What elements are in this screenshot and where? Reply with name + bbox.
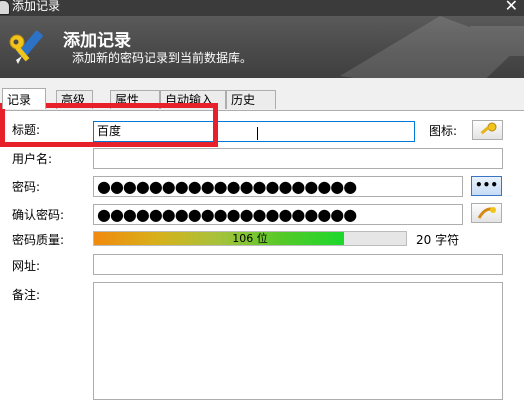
show-password-button[interactable]: •••: [471, 176, 502, 196]
icon-label: 图标:: [429, 124, 458, 138]
repeat-password-input[interactable]: ●●●●●●●●●●●●●●●●●●●●: [93, 204, 463, 225]
password-input[interactable]: ●●●●●●●●●●●●●●●●●●●●: [93, 176, 463, 197]
username-label: 用户名:: [12, 152, 53, 166]
quality-label: 密码质量:: [12, 233, 65, 247]
banner-watermark-icon: [340, 16, 524, 78]
key-pen-icon: [9, 30, 43, 64]
password-generator-icon: [477, 207, 496, 219]
banner-subtitle: 添加新的密码记录到当前数据库。: [72, 51, 253, 65]
close-button[interactable]: ✕: [505, 0, 518, 15]
icon-picker-button[interactable]: [472, 120, 503, 140]
username-input[interactable]: [93, 148, 503, 169]
notes-textarea[interactable]: [93, 282, 503, 400]
title-label: 标题:: [12, 123, 41, 137]
password-label: 密码:: [12, 180, 41, 194]
tab-properties[interactable]: 属性: [110, 90, 160, 109]
password-generator-button[interactable]: [471, 203, 502, 223]
quality-chars: 20 字符: [416, 233, 460, 247]
tab-auto-type[interactable]: 自动输入: [160, 90, 226, 109]
tab-entry[interactable]: 记录: [2, 88, 46, 109]
text-cursor: [257, 127, 258, 140]
window-title: 添加记录: [12, 0, 61, 13]
header-banner: 添加记录 添加新的密码记录到当前数据库。: [0, 16, 524, 78]
repeat-password-label: 确认密码:: [12, 208, 65, 222]
lock-icon: [0, 0, 10, 15]
title-bar: 添加记录 ✕: [0, 0, 524, 16]
tab-history[interactable]: 历史: [226, 90, 276, 109]
title-input[interactable]: 百度: [93, 121, 415, 142]
tab-advanced[interactable]: 高级: [56, 90, 93, 109]
notes-label: 备注:: [12, 288, 41, 302]
quality-bar: 106 位: [93, 231, 407, 246]
key-icon: [480, 122, 497, 135]
quality-bits: 106 位: [232, 232, 268, 245]
banner-title: 添加记录: [63, 31, 131, 51]
url-input[interactable]: [93, 254, 503, 275]
url-label: 网址:: [12, 259, 41, 273]
